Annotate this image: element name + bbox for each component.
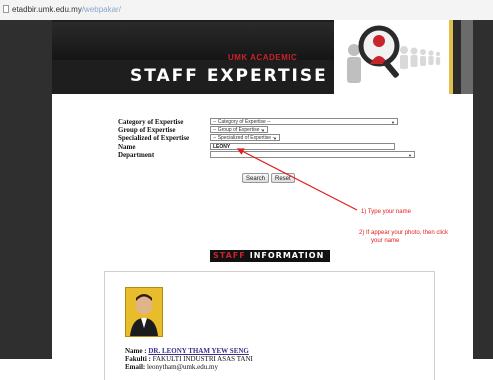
staff-photo[interactable] [125, 287, 163, 337]
staff-name-link[interactable]: DR. LEONY THAM YEW SENG [148, 347, 249, 355]
staff-email-label: Email: [125, 363, 146, 371]
staff-name-label: Name : [125, 347, 147, 355]
url-host: etadbir.umk.edu.my [12, 5, 82, 14]
url-text[interactable]: etadbir.umk.edu.my/webpakar/ [12, 5, 121, 14]
heading-word-staff: STAFF [213, 251, 246, 260]
staff-faculty-value: FAKULTI INDUSTRI ASAS TANI [152, 355, 253, 363]
staff-details: Name : DR. LEONY THAM YEW SENG Fakulti :… [125, 347, 253, 371]
staff-result-card: Name : DR. LEONY THAM YEW SENG Fakulti :… [104, 271, 435, 380]
heading-word-information: INFORMATION [249, 251, 325, 260]
staff-email-value: leonytham@umk.edu.my [146, 363, 218, 371]
annotation-step-2: 2) If appear your photo, then click your… [359, 229, 448, 245]
staff-faculty-label: Fakulti : [125, 355, 151, 363]
annotation-step-2-line-2: your name [371, 238, 400, 244]
staff-faculty-line: Fakulti : FAKULTI INDUSTRI ASAS TANI [125, 355, 253, 363]
content-area: UMK ACADEMIC STAFF EXPERTISE Category of… [52, 20, 473, 380]
browser-address-bar[interactable]: etadbir.umk.edu.my/webpakar/ [0, 0, 493, 21]
page-icon [3, 5, 9, 13]
url-path: /webpakar/ [81, 5, 121, 14]
annotation-step-1: 1) Type your name [361, 209, 411, 215]
staff-name-line: Name : DR. LEONY THAM YEW SENG [125, 347, 253, 355]
staff-email-line: Email: leonytham@umk.edu.my [125, 363, 253, 371]
annotation-step-2-line-1: 2) If appear your photo, then click [359, 230, 449, 236]
staff-information-heading: STAFF INFORMATION [210, 250, 330, 262]
